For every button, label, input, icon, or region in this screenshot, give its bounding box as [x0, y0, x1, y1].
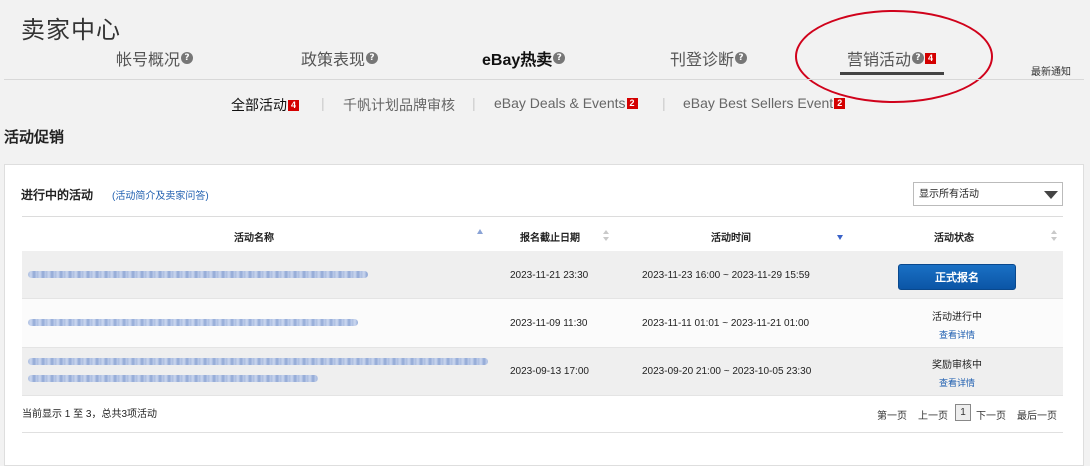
subtab-label: 千帆计划品牌审核 — [343, 97, 455, 113]
status-text: 活动进行中 — [932, 312, 982, 323]
help-icon[interactable]: ? — [366, 52, 379, 64]
redacted-activity-name — [28, 319, 358, 326]
period-cell: 2023-09-20 21:00 ~ 2023-10-05 23:30 — [642, 366, 812, 377]
tab-ebay-hot[interactable]: eBay热卖? — [482, 46, 566, 70]
divider — [4, 79, 1084, 80]
table-header: 活动名称 报名截止日期 活动时间 活动状态 — [22, 216, 1063, 252]
help-icon[interactable]: ? — [553, 52, 566, 64]
count-badge: 4 — [288, 99, 300, 111]
header-period[interactable]: 活动时间 — [711, 229, 751, 244]
subtab-label: eBay Deals & Events — [494, 95, 626, 111]
pager-last[interactable]: 最后一页 — [1017, 407, 1057, 422]
ongoing-title: 进行中的活动 — [21, 188, 94, 202]
header-activity-name[interactable]: 活动名称 — [234, 229, 274, 244]
tab-account-overview[interactable]: 帐号概况? — [116, 46, 194, 70]
table-row: 2023-11-21 23:30 2023-11-23 16:00 ~ 2023… — [22, 251, 1063, 299]
subtab-best-sellers[interactable]: eBay Best Sellers Event 2 — [683, 95, 846, 111]
tab-label: 刊登诊断 — [670, 52, 735, 69]
results-count: 当前显示 1 至 3，总共3项活动 — [22, 409, 158, 420]
table-row: 2023-11-09 11:30 2023-11-11 01:01 ~ 2023… — [22, 299, 1063, 348]
subtab-label: eBay Best Sellers Event — [683, 95, 834, 111]
tab-label: 帐号概况 — [116, 52, 181, 69]
subtab-deals-events[interactable]: eBay Deals & Events 2 — [494, 95, 638, 111]
period-cell: 2023-11-11 01:01 ~ 2023-11-21 01:00 — [642, 318, 810, 329]
separator: | — [662, 95, 666, 111]
tab-listing-diagnosis[interactable]: 刊登诊断? — [670, 46, 748, 70]
separator: | — [321, 95, 325, 111]
tab-label: 政策表现 — [301, 52, 366, 69]
status-text: 奖励审核中 — [932, 360, 982, 371]
faq-link[interactable]: (活动简介及卖家问答) — [112, 187, 209, 202]
view-details-link[interactable]: 查看详情 — [882, 328, 1032, 341]
deadline-cell: 2023-09-13 17:00 — [510, 366, 589, 377]
filter-value: 显示所有活动 — [919, 189, 979, 200]
annotation-circle — [795, 10, 993, 103]
page-title: 卖家中心 — [21, 17, 121, 44]
register-button[interactable]: 正式报名 — [898, 264, 1016, 290]
sort-desc-icon[interactable] — [837, 235, 843, 240]
deadline-cell: 2023-11-21 23:30 — [510, 270, 589, 281]
redacted-activity-name — [28, 358, 488, 365]
subtab-brand-review[interactable]: 千帆计划品牌审核 — [343, 95, 455, 115]
subtab-label: 全部活动 — [231, 97, 287, 113]
redacted-activity-name — [28, 271, 368, 278]
sort-icon[interactable] — [603, 230, 609, 242]
chevron-down-icon — [1044, 191, 1058, 199]
pager-next[interactable]: 下一页 — [976, 407, 1006, 422]
separator: | — [472, 95, 476, 111]
view-details-link[interactable]: 查看详情 — [882, 376, 1032, 389]
tab-policy-performance[interactable]: 政策表现? — [301, 46, 379, 70]
header-deadline[interactable]: 报名截止日期 — [520, 229, 580, 244]
pager-prev[interactable]: 上一页 — [918, 407, 948, 422]
sort-asc-icon[interactable] — [477, 229, 483, 234]
pager-current-page[interactable]: 1 — [955, 404, 971, 421]
deadline-cell: 2023-11-09 11:30 — [510, 318, 588, 329]
tab-label: eBay热卖 — [482, 52, 553, 69]
pager-first[interactable]: 第一页 — [877, 407, 907, 422]
help-icon[interactable]: ? — [735, 52, 748, 64]
sort-icon[interactable] — [1051, 230, 1057, 242]
count-badge: 2 — [626, 97, 638, 109]
redacted-activity-name — [28, 375, 318, 382]
table-row: 2023-09-13 17:00 2023-09-20 21:00 ~ 2023… — [22, 348, 1063, 396]
header-status[interactable]: 活动状态 — [934, 229, 974, 244]
subtab-all-activities[interactable]: 全部活动 4 — [231, 95, 300, 115]
divider — [22, 432, 1063, 433]
activity-filter-select[interactable]: 显示所有活动 — [913, 182, 1063, 206]
section-title: 活动促销 — [4, 129, 65, 146]
period-cell: 2023-11-23 16:00 ~ 2023-11-29 15:59 — [642, 270, 810, 281]
latest-notice-link[interactable]: 最新通知 — [1031, 63, 1071, 78]
help-icon[interactable]: ? — [181, 52, 194, 64]
count-badge: 2 — [834, 97, 846, 109]
